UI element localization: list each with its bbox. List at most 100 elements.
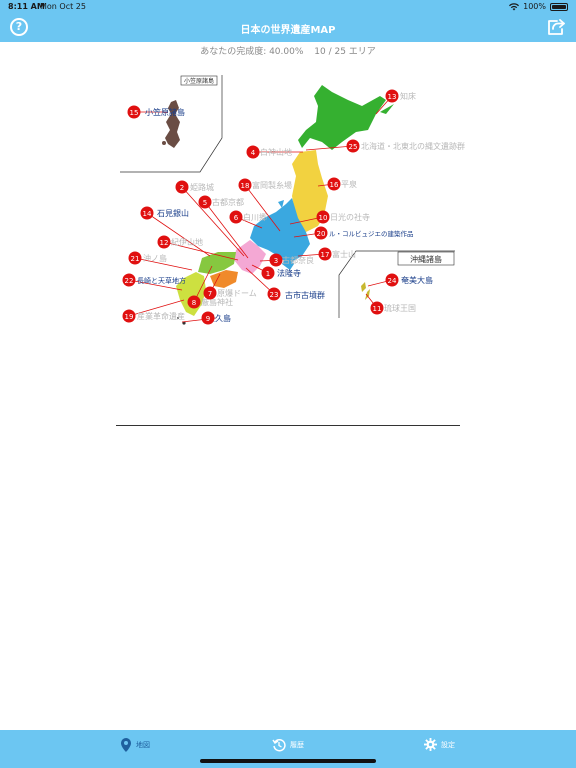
site-marker-16[interactable]: 16 xyxy=(327,177,341,191)
site-label-1: 法隆寺 xyxy=(277,268,301,278)
completion-summary: あなたの完成度: 40.00% 10 / 25 エリア xyxy=(0,44,576,57)
svg-text:15: 15 xyxy=(130,109,139,117)
okinawa-inset-label: 沖縄諸島 xyxy=(410,254,442,264)
site-label-5: 古都京都 xyxy=(212,197,244,207)
share-icon xyxy=(548,19,565,35)
site-label-24: 奄美大島 xyxy=(401,275,433,285)
svg-text:7: 7 xyxy=(208,290,212,298)
share-button[interactable] xyxy=(546,17,566,37)
map-pin-icon xyxy=(121,738,131,752)
site-marker-2[interactable]: 2 xyxy=(175,180,189,194)
site-marker-17[interactable]: 17 xyxy=(318,247,332,261)
site-marker-5[interactable]: 5 xyxy=(198,195,212,209)
tab-map-label: 地図 xyxy=(136,741,150,749)
site-label-11: 琉球王国 xyxy=(384,303,416,313)
site-marker-25[interactable]: 25 xyxy=(346,139,360,153)
hokkaido-region xyxy=(298,85,386,150)
site-label-13: 知床 xyxy=(400,91,416,101)
site-marker-10[interactable]: 10 xyxy=(316,210,330,224)
svg-text:22: 22 xyxy=(125,277,134,285)
battery-icon xyxy=(550,2,568,11)
site-label-12: 紀伊山地 xyxy=(171,237,203,247)
site-marker-24[interactable]: 24 xyxy=(385,273,399,287)
tab-map[interactable]: 地図 xyxy=(120,738,150,752)
site-marker-15[interactable]: 15 xyxy=(127,105,141,119)
site-label-6: 白川郷 xyxy=(243,212,267,222)
svg-text:14: 14 xyxy=(143,210,152,218)
site-label-25: 北海道・北東北の縄文遺跡群 xyxy=(361,141,465,151)
svg-text:4: 4 xyxy=(251,149,256,157)
svg-text:8: 8 xyxy=(192,299,196,307)
site-label-2: 姫路城 xyxy=(190,182,214,192)
site-marker-3[interactable]: 3 xyxy=(269,253,283,267)
content-divider xyxy=(116,425,460,426)
ogasawara-inset-label: 小笠原諸島 xyxy=(184,77,214,85)
tab-settings[interactable]: 設定 xyxy=(424,738,455,751)
site-marker-12[interactable]: 12 xyxy=(157,235,171,249)
site-marker-4[interactable]: 4 xyxy=(246,145,260,159)
gear-icon xyxy=(424,738,437,751)
svg-text:6: 6 xyxy=(234,214,239,222)
page-title: 日本の世界遺産MAP xyxy=(240,25,336,36)
site-marker-13[interactable]: 13 xyxy=(385,89,399,103)
area-count: 10 / 25 エリア xyxy=(314,47,376,57)
svg-text:5: 5 xyxy=(203,199,207,207)
site-marker-14[interactable]: 14 xyxy=(140,206,154,220)
status-right: 100% xyxy=(509,2,568,11)
svg-text:21: 21 xyxy=(131,255,140,263)
svg-text:24: 24 xyxy=(388,277,397,285)
site-label-23: 古市古墳群 xyxy=(285,290,325,300)
site-marker-21[interactable]: 21 xyxy=(128,251,142,265)
svg-text:25: 25 xyxy=(349,143,358,151)
site-label-18: 富岡製糸場 xyxy=(252,180,292,190)
heritage-map[interactable]: 小笠原諸島 沖縄諸島 法隆寺 姫路城 古都奈良 白神山地 古都京都 白川郷 原爆… xyxy=(110,60,470,340)
svg-text:16: 16 xyxy=(330,181,339,189)
svg-text:18: 18 xyxy=(241,182,250,190)
wifi-icon xyxy=(509,2,520,10)
tab-history-label: 履歴 xyxy=(290,741,304,749)
battery-percent: 100% xyxy=(523,2,546,11)
site-marker-7[interactable]: 7 xyxy=(203,286,217,300)
svg-text:20: 20 xyxy=(317,230,326,238)
site-label-17: 富士山 xyxy=(332,249,356,259)
site-marker-1[interactable]: 1 xyxy=(261,266,275,280)
site-label-21: 沖ノ島 xyxy=(143,253,167,263)
svg-text:10: 10 xyxy=(319,214,328,222)
site-label-20: ル・コルビュジエの建築作品 xyxy=(329,229,414,238)
ogasawara-inset: 小笠原諸島 xyxy=(120,75,223,173)
home-indicator xyxy=(200,759,376,763)
site-label-4: 白神山地 xyxy=(260,147,292,157)
site-marker-18[interactable]: 18 xyxy=(238,178,252,192)
status-date: Mon Oct 25 xyxy=(40,2,86,11)
site-marker-20[interactable]: 20 xyxy=(314,226,328,240)
site-marker-8[interactable]: 8 xyxy=(187,295,201,309)
history-icon xyxy=(272,739,286,752)
site-marker-19[interactable]: 19 xyxy=(122,309,136,323)
site-label-10: 日光の社寺 xyxy=(330,212,370,222)
site-label-19: 産業革命遺産 xyxy=(137,311,185,321)
svg-text:13: 13 xyxy=(388,93,397,101)
site-label-14: 石見銀山 xyxy=(157,208,189,218)
svg-text:11: 11 xyxy=(373,305,382,313)
svg-text:9: 9 xyxy=(206,315,210,323)
svg-text:3: 3 xyxy=(274,257,278,265)
svg-text:19: 19 xyxy=(125,313,134,321)
tab-history[interactable]: 履歴 xyxy=(272,738,304,752)
svg-text:2: 2 xyxy=(180,184,184,192)
site-marker-6[interactable]: 6 xyxy=(229,210,243,224)
site-label-22: 長崎と天草地方 xyxy=(137,276,186,285)
svg-text:23: 23 xyxy=(270,291,279,299)
site-label-7: 原爆ドーム xyxy=(217,288,257,298)
site-marker-22[interactable]: 22 xyxy=(122,273,136,287)
site-label-15: 小笠原諸島 xyxy=(145,107,185,117)
site-marker-11[interactable]: 11 xyxy=(370,301,384,315)
site-label-16: 平泉 xyxy=(341,179,357,189)
completion-rate: あなたの完成度: 40.00% xyxy=(200,47,304,57)
status-bar: 8:11 AM Mon Oct 25 100% xyxy=(0,0,576,14)
tab-settings-label: 設定 xyxy=(441,740,455,749)
svg-text:1: 1 xyxy=(266,270,270,278)
navigation-bar: ? 日本の世界遺産MAP xyxy=(0,14,576,42)
site-marker-23[interactable]: 23 xyxy=(267,287,281,301)
svg-text:17: 17 xyxy=(321,251,330,259)
site-marker-9[interactable]: 9 xyxy=(201,311,215,325)
